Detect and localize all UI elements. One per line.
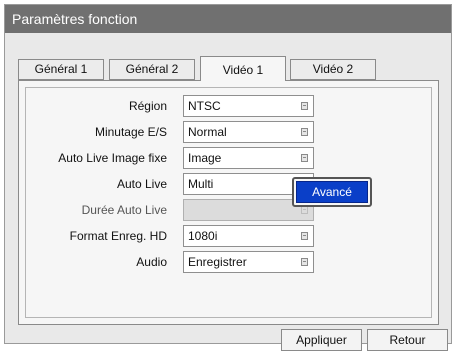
auto-live-duration-label: Durée Auto Live: [81, 203, 167, 217]
region-select[interactable]: NTSC: [183, 95, 314, 117]
auto-live-value: Multi: [188, 177, 214, 191]
hd-format-select[interactable]: 1080i: [183, 225, 314, 247]
tab-panel: Région NTSC Minutage E/S Normal Auto Liv…: [18, 80, 439, 325]
tab-general-1[interactable]: Général 1: [18, 59, 104, 80]
settings-window: Paramètres fonction Général 1 Général 2 …: [4, 4, 452, 351]
dropdown-icon: [301, 102, 308, 110]
tab-general-2[interactable]: Général 2: [109, 59, 195, 80]
tab-video-1[interactable]: Vidéo 1: [200, 56, 286, 81]
region-label: Région: [128, 99, 167, 113]
dropdown-icon: [301, 232, 308, 240]
audio-select[interactable]: Enregistrer: [183, 251, 314, 273]
io-timing-value: Normal: [188, 125, 227, 139]
advanced-button-focus: Avancé: [292, 177, 372, 207]
audio-label: Audio: [136, 255, 167, 269]
hd-format-value: 1080i: [188, 229, 218, 243]
dropdown-icon: [301, 154, 308, 162]
window-title: Paramètres fonction: [5, 5, 451, 33]
auto-live-still-value: Image: [188, 151, 222, 165]
dropdown-icon: [301, 206, 308, 214]
io-timing-label: Minutage E/S: [94, 125, 167, 139]
auto-live-still-label: Auto Live Image fixe: [58, 151, 167, 165]
dropdown-icon: [301, 258, 308, 266]
auto-live-label: Auto Live: [116, 177, 167, 191]
advanced-button[interactable]: Avancé: [296, 181, 368, 203]
hd-format-label: Format Enreg. HD: [69, 229, 167, 243]
tab-video-2[interactable]: Vidéo 2: [290, 59, 376, 80]
dropdown-icon: [301, 128, 308, 136]
audio-value: Enregistrer: [188, 255, 247, 269]
region-value: NTSC: [188, 99, 221, 113]
io-timing-select[interactable]: Normal: [183, 121, 314, 143]
auto-live-still-select[interactable]: Image: [183, 147, 314, 169]
